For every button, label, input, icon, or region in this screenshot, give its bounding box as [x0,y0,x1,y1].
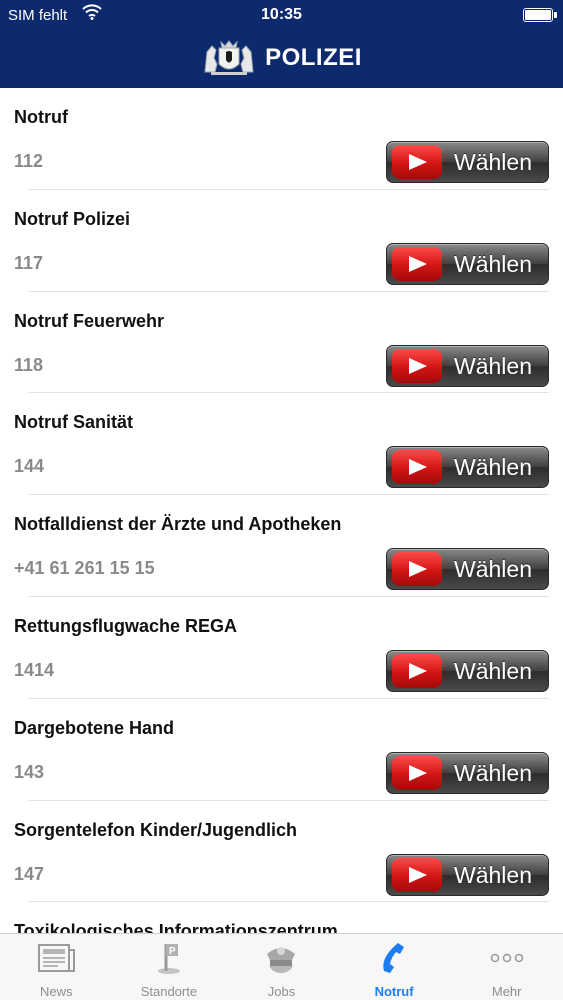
contact-row: Sorgentelefon Kinder/Jugendlich 147 Wähl… [0,801,563,903]
call-button-label: Wählen [454,861,532,888]
contact-row: Toxikologisches Informationszentrum [0,902,563,933]
call-button[interactable]: Wählen [386,446,549,489]
contact-row: Notruf Polizei 117 Wählen [0,190,563,292]
battery-icon [523,8,557,22]
call-button[interactable]: Wählen [386,548,549,591]
call-button-label: Wählen [454,454,532,481]
contact-name: Notruf [14,107,68,127]
status-time: 10:35 [261,6,302,23]
contact-name: Notruf Feuerwehr [14,310,165,331]
call-button-label: Wählen [454,352,532,379]
contact-number: 118 [14,354,44,375]
contact-name: Notruf Sanität [14,412,133,433]
contact-name: Toxikologisches Informationszentrum [14,921,338,933]
call-button-label: Wählen [454,149,532,175]
tab-standorte[interactable]: P Standorte [113,934,226,1000]
tab-mehr[interactable]: Mehr [450,934,563,1000]
tab-notruf[interactable]: Notruf [338,934,451,1000]
play-icon [392,552,442,587]
contact-name: Rettungsflugwache REGA [14,615,238,636]
tab-label: Mehr [491,984,522,999]
tab-label: News [40,984,73,999]
contact-row: Rettungsflugwache REGA 1414 Wählen [0,597,563,699]
contact-name: Notruf Polizei [14,208,130,229]
play-icon [392,755,442,790]
call-button[interactable]: Wählen [386,141,549,183]
contact-name: Notfalldienst der Ärzte und Apotheken [14,514,342,535]
play-icon [392,653,442,688]
contact-row: Notruf 112 Wählen [0,88,563,190]
call-button-label: Wählen [454,556,532,583]
contact-number: +41 61 261 15 15 [14,558,155,579]
contact-number: 143 [14,761,45,782]
call-button-label: Wählen [454,250,532,277]
contact-number: 117 [14,252,44,273]
svg-text:P: P [169,946,176,957]
play-icon [392,857,442,892]
contact-row: Dargebotene Hand 143 Wählen [0,699,563,801]
contact-row: Notfalldienst der Ärzte und Apotheken +4… [0,495,563,597]
contact-row: Notruf Feuerwehr 118 Wählen [0,292,563,394]
title-bar: POLIZEI [0,32,563,84]
tab-label: Jobs [267,984,296,999]
tab-news[interactable]: News [0,934,113,1000]
newspaper-icon [38,944,76,972]
police-cap-icon [267,947,296,973]
phone-icon [383,943,405,973]
tab-bar: News P Standorte Jobs Notruf Mehr [0,933,563,1000]
play-icon [392,246,442,281]
contact-row: Notruf Sanität 144 Wählen [0,393,563,496]
tab-label: Standorte [140,984,198,999]
call-button-label: Wählen [454,657,532,684]
call-button[interactable]: Wählen [386,344,549,387]
call-button-label: Wählen [454,759,532,786]
tab-label: Notruf [374,984,414,999]
contact-number: 1414 [14,659,55,680]
contact-number: 147 [14,863,45,884]
more-dots-icon [490,953,523,963]
contact-name: Sorgentelefon Kinder/Jugendlich [14,819,298,840]
emergency-contact-list[interactable]: Notruf 112 Wählen Notruf Polizei 117 Wäh… [0,88,563,933]
page-title: POLIZEI [265,44,362,71]
play-icon [392,145,442,179]
call-button[interactable]: Wählen [386,853,549,896]
play-icon [392,348,442,383]
play-icon [392,450,442,485]
status-bar: SIM fehlt 10:35 [0,0,563,30]
tab-jobs[interactable]: Jobs [225,934,338,1000]
contact-number: 112 [14,151,44,171]
call-button[interactable]: Wählen [386,751,549,794]
contact-number: 144 [14,456,45,477]
map-pin-icon: P [157,944,180,974]
basel-crest-logo-icon [204,40,254,75]
header-bar: SIM fehlt 10:35 POLIZEI [0,0,563,88]
contact-name: Dargebotene Hand [14,717,175,738]
call-button[interactable]: Wählen [386,242,549,285]
call-button[interactable]: Wählen [386,649,549,692]
